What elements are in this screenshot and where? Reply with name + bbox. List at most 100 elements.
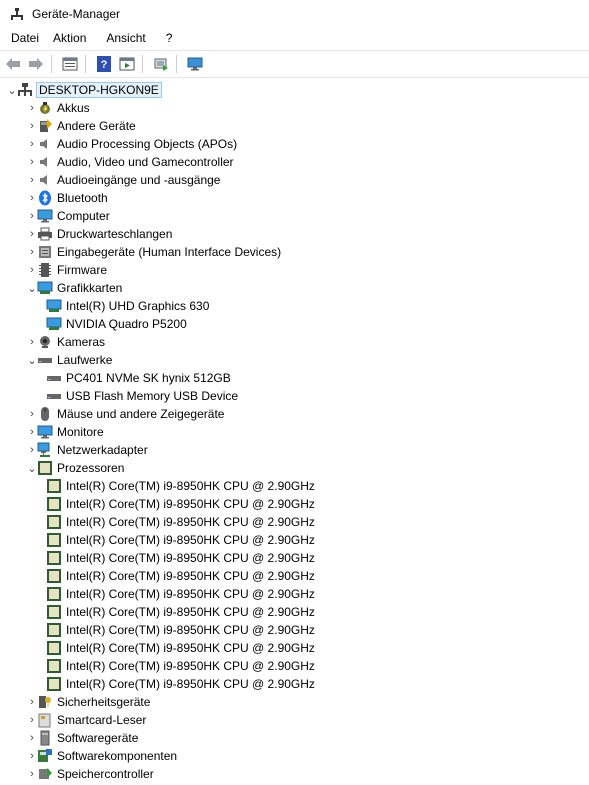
help-icon[interactable]: ? — [94, 54, 114, 74]
menu-file[interactable]: Datei — [0, 31, 48, 45]
category-label: Audioeingänge und -ausgänge — [57, 173, 221, 187]
chevron-right-icon[interactable]: › — [27, 423, 37, 441]
toolbar-separator — [85, 55, 86, 73]
chevron-right-icon[interactable]: › — [27, 207, 37, 225]
category-computer[interactable]: › Computer — [0, 207, 589, 225]
chevron-right-icon[interactable]: › — [27, 765, 37, 783]
chevron-right-icon[interactable]: › — [27, 117, 37, 135]
category-netzwerkadapter[interactable]: › Netzwerkadapter — [0, 441, 589, 459]
category-label: Audio Processing Objects (APOs) — [57, 137, 238, 151]
category-laufwerke[interactable]: ⌄ Laufwerke — [0, 351, 589, 369]
category-akkus[interactable]: › Akkus — [0, 99, 589, 117]
category-label: Softwarekomponenten — [57, 749, 178, 763]
device-cpu[interactable]: Intel(R) Core(TM) i9-8950HK CPU @ 2.90GH… — [0, 477, 589, 495]
chevron-down-icon[interactable]: ⌄ — [27, 351, 37, 369]
category-audio-video[interactable]: › Audio, Video und Gamecontroller — [0, 153, 589, 171]
category-maeuse[interactable]: › Mäuse und andere Zeigegeräte — [0, 405, 589, 423]
chevron-right-icon[interactable]: › — [27, 243, 37, 261]
monitor-icon[interactable] — [185, 54, 205, 74]
camera-icon — [37, 334, 53, 350]
forward-icon[interactable] — [26, 54, 46, 74]
category-grafikkarten[interactable]: ⌄ Grafikkarten — [0, 279, 589, 297]
menu-help[interactable]: ? — [155, 31, 182, 45]
processor-icon — [46, 478, 62, 494]
chevron-right-icon[interactable]: › — [27, 171, 37, 189]
category-smartcard-leser[interactable]: › Smartcard-Leser — [0, 711, 589, 729]
chevron-down-icon[interactable]: ⌄ — [27, 279, 37, 297]
category-label: Grafikkarten — [57, 281, 123, 295]
device-disk-nvme[interactable]: PC401 NVMe SK hynix 512GB — [0, 369, 589, 387]
menu-action[interactable]: Aktion — [48, 31, 95, 45]
device-gpu-intel[interactable]: Intel(R) UHD Graphics 630 — [0, 297, 589, 315]
device-cpu[interactable]: Intel(R) Core(TM) i9-8950HK CPU @ 2.90GH… — [0, 567, 589, 585]
device-cpu[interactable]: Intel(R) Core(TM) i9-8950HK CPU @ 2.90GH… — [0, 495, 589, 513]
tree-root[interactable]: ⌄ DESKTOP-HGKON9E — [0, 81, 589, 99]
device-cpu[interactable]: Intel(R) Core(TM) i9-8950HK CPU @ 2.90GH… — [0, 549, 589, 567]
chevron-down-icon[interactable]: ⌄ — [27, 459, 37, 477]
device-cpu[interactable]: Intel(R) Core(TM) i9-8950HK CPU @ 2.90GH… — [0, 513, 589, 531]
toolbar-separator — [142, 55, 143, 73]
device-label: NVIDIA Quadro P5200 — [66, 317, 187, 331]
chevron-right-icon[interactable]: › — [27, 693, 37, 711]
menu-view[interactable]: Ansicht — [95, 31, 154, 45]
security-icon — [37, 694, 53, 710]
chevron-right-icon[interactable]: › — [27, 225, 37, 243]
device-cpu[interactable]: Intel(R) Core(TM) i9-8950HK CPU @ 2.90GH… — [0, 531, 589, 549]
chevron-right-icon[interactable]: › — [27, 711, 37, 729]
device-gpu-nvidia[interactable]: NVIDIA Quadro P5200 — [0, 315, 589, 333]
category-label: Computer — [57, 209, 110, 223]
device-label: Intel(R) Core(TM) i9-8950HK CPU @ 2.90GH… — [66, 641, 315, 655]
category-firmware[interactable]: › Firmware — [0, 261, 589, 279]
device-label: USB Flash Memory USB Device — [66, 389, 239, 403]
device-disk-usb[interactable]: USB Flash Memory USB Device — [0, 387, 589, 405]
category-label: Sicherheitsgeräte — [57, 695, 151, 709]
back-icon[interactable] — [3, 54, 23, 74]
toolbar-separator — [176, 55, 177, 73]
chevron-right-icon[interactable]: › — [27, 99, 37, 117]
category-kameras[interactable]: › Kameras — [0, 333, 589, 351]
properties-icon[interactable] — [60, 54, 80, 74]
chevron-right-icon[interactable]: › — [27, 729, 37, 747]
device-cpu[interactable]: Intel(R) Core(TM) i9-8950HK CPU @ 2.90GH… — [0, 639, 589, 657]
chevron-right-icon[interactable]: › — [27, 153, 37, 171]
category-andere-geraete[interactable]: › Andere Geräte — [0, 117, 589, 135]
processor-icon — [46, 496, 62, 512]
chevron-right-icon[interactable]: › — [27, 441, 37, 459]
chevron-right-icon[interactable]: › — [27, 747, 37, 765]
category-druckwarteschlangen[interactable]: › Druckwarteschlangen — [0, 225, 589, 243]
view-icon[interactable] — [117, 54, 137, 74]
device-cpu[interactable]: Intel(R) Core(TM) i9-8950HK CPU @ 2.90GH… — [0, 657, 589, 675]
category-apos[interactable]: › Audio Processing Objects (APOs) — [0, 135, 589, 153]
device-cpu[interactable]: Intel(R) Core(TM) i9-8950HK CPU @ 2.90GH… — [0, 675, 589, 693]
processor-icon — [46, 622, 62, 638]
hid-icon — [37, 244, 53, 260]
processor-icon — [46, 550, 62, 566]
category-softwaregeraete[interactable]: › Softwaregeräte — [0, 729, 589, 747]
category-label: Monitore — [57, 425, 104, 439]
monitor-icon — [37, 424, 53, 440]
category-bluetooth[interactable]: › Bluetooth — [0, 189, 589, 207]
network-icon — [37, 442, 53, 458]
chevron-right-icon[interactable]: › — [27, 189, 37, 207]
category-eingabegeraete[interactable]: › Eingabegeräte (Human Interface Devices… — [0, 243, 589, 261]
chevron-right-icon[interactable]: › — [27, 405, 37, 423]
chevron-right-icon[interactable]: › — [27, 135, 37, 153]
category-audio-io[interactable]: › Audioeingänge und -ausgänge — [0, 171, 589, 189]
device-cpu[interactable]: Intel(R) Core(TM) i9-8950HK CPU @ 2.90GH… — [0, 621, 589, 639]
device-cpu[interactable]: Intel(R) Core(TM) i9-8950HK CPU @ 2.90GH… — [0, 585, 589, 603]
category-prozessoren[interactable]: ⌄ Prozessoren — [0, 459, 589, 477]
category-monitore[interactable]: › Monitore — [0, 423, 589, 441]
chevron-down-icon[interactable]: ⌄ — [7, 81, 17, 99]
category-label: Audio, Video und Gamecontroller — [57, 155, 234, 169]
processor-icon — [46, 568, 62, 584]
category-speichercontroller[interactable]: › Speichercontroller — [0, 765, 589, 783]
device-cpu[interactable]: Intel(R) Core(TM) i9-8950HK CPU @ 2.90GH… — [0, 603, 589, 621]
chevron-right-icon[interactable]: › — [27, 333, 37, 351]
category-sicherheitsgeraete[interactable]: › Sicherheitsgeräte — [0, 693, 589, 711]
device-label: Intel(R) Core(TM) i9-8950HK CPU @ 2.90GH… — [66, 515, 315, 529]
category-softwarekomponenten[interactable]: › Softwarekomponenten — [0, 747, 589, 765]
category-label: Laufwerke — [57, 353, 113, 367]
disk-icon — [37, 352, 53, 368]
chevron-right-icon[interactable]: › — [27, 261, 37, 279]
update-driver-icon[interactable] — [151, 54, 171, 74]
